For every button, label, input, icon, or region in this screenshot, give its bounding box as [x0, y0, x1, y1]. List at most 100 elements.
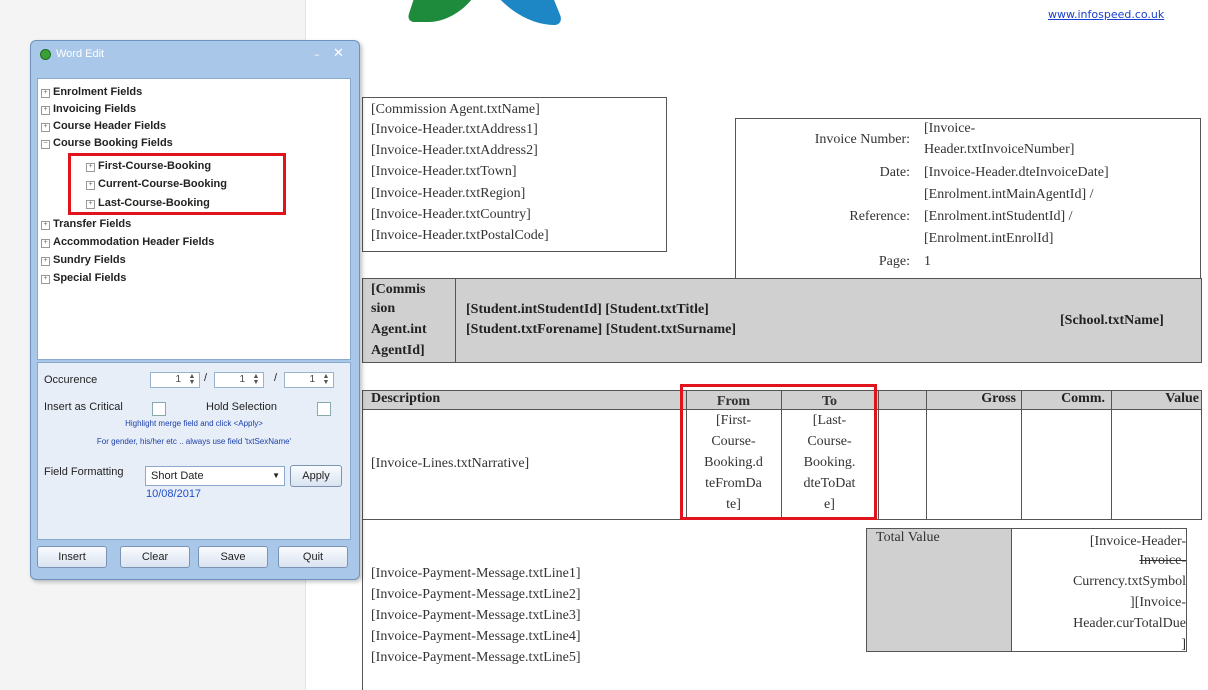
invoice-number-value-2: Header.txtInvoiceNumber]	[924, 142, 1075, 157]
payment-message-line: [Invoice-Payment-Message.txtLine1]	[371, 566, 581, 581]
occurence-spinner-1[interactable]: 1 ▲ ▼	[150, 372, 200, 388]
payment-message-line: [Invoice-Payment-Message.txtLine4]	[371, 629, 581, 644]
occurence-spinner-2[interactable]: 1 ▲ ▼	[214, 372, 264, 388]
reference-value-1: [Enrolment.intMainAgentId] /	[924, 187, 1094, 202]
header-value: Value	[1165, 391, 1199, 406]
logo-green-shape	[406, 0, 492, 22]
tree-node-course-header[interactable]: + Course Header Fields	[41, 120, 166, 132]
agent-id-line: sion	[371, 301, 396, 316]
agent-id-line: AgentId]	[371, 343, 425, 358]
payment-message-line: [Invoice-Payment-Message.txtLine2]	[371, 587, 581, 602]
tree-node-label: Invoicing Fields	[53, 103, 137, 115]
occurence-spinner-3[interactable]: 1 ▲ ▼	[284, 372, 334, 388]
expand-icon[interactable]: +	[41, 239, 50, 248]
tree-node-label: Course Header Fields	[53, 120, 167, 132]
hold-selection-label: Hold Selection	[206, 401, 277, 413]
tree-node-sundry[interactable]: + Sundry Fields	[41, 254, 126, 266]
tree-node-special[interactable]: + Special Fields	[41, 272, 126, 284]
narrative-cell: [Invoice-Lines.txtNarrative]	[371, 456, 530, 471]
spinner-arrows-icon[interactable]: ▲ ▼	[250, 373, 262, 386]
tree-node-label: Sundry Fields	[53, 254, 126, 266]
insert-critical-label: Insert as Critical	[44, 401, 123, 413]
select-value: Short Date	[151, 470, 204, 482]
school-name: [School.txtName]	[1060, 313, 1164, 328]
expand-icon[interactable]: +	[41, 221, 50, 230]
address-line: [Invoice-Header.txtRegion]	[371, 186, 526, 201]
dropdown-arrow-icon[interactable]: ▼	[272, 467, 280, 485]
header-comm: Comm.	[1061, 391, 1105, 406]
agent-id-line: [Commis	[371, 282, 426, 297]
spinner-arrows-icon[interactable]: ▲ ▼	[186, 373, 198, 386]
clear-button[interactable]: Clear	[120, 546, 190, 568]
invoice-number-value-1: [Invoice-	[924, 121, 976, 136]
page-value: 1	[924, 254, 931, 269]
highlight-course-bookings	[68, 153, 286, 215]
address-line: [Invoice-Header.txtAddress1]	[371, 122, 538, 137]
spinner-value: 1	[309, 374, 315, 385]
field-formatting-select[interactable]: Short Date ▼	[145, 466, 285, 486]
reference-value-3: [Enrolment.intEnrolId]	[924, 231, 1054, 246]
payment-message-line: [Invoice-Payment-Message.txtLine3]	[371, 608, 581, 623]
insert-button[interactable]: Insert	[37, 546, 107, 568]
date-label: Date:	[879, 165, 910, 180]
address-line: [Commission Agent.txtName]	[371, 102, 540, 117]
quit-button[interactable]: Quit	[278, 546, 348, 568]
address-line: [Invoice-Header.txtPostalCode]	[371, 228, 549, 243]
spinner-arrows-icon[interactable]: ▲ ▼	[320, 373, 332, 386]
tree-node-course-booking[interactable]: − Course Booking Fields	[41, 137, 173, 149]
student-line-1: [Student.intStudentId] [Student.txtTitle…	[466, 302, 709, 317]
options-panel	[37, 362, 351, 540]
field-formatting-label: Field Formatting	[44, 466, 124, 478]
hint-apply: Highlight merge field and click <Apply>	[125, 419, 263, 428]
tree-node-label: Accommodation Header Fields	[53, 236, 215, 248]
highlight-from-to-columns	[680, 384, 877, 520]
insert-critical-checkbox[interactable]	[152, 402, 166, 416]
expand-icon[interactable]: +	[41, 106, 50, 115]
expand-icon[interactable]: +	[41, 123, 50, 132]
invoice-number-label: Invoice Number:	[814, 132, 910, 147]
tree-node-transfer[interactable]: + Transfer Fields	[41, 218, 131, 230]
address-line: [Invoice-Header.txtCountry]	[371, 207, 531, 222]
dialog-title: Word Edit	[56, 48, 105, 60]
logo-blue-shape	[471, 0, 565, 25]
total-value-label: Total Value	[876, 530, 940, 545]
reference-value-2: [Enrolment.intStudentId] /	[924, 209, 1073, 224]
expand-icon[interactable]: +	[41, 275, 50, 284]
reference-label: Reference:	[849, 209, 910, 224]
slash-separator: /	[204, 372, 208, 384]
hold-selection-checkbox[interactable]	[317, 402, 331, 416]
tree-node-label: Course Booking Fields	[53, 137, 173, 149]
col-divider	[1021, 390, 1022, 520]
tree-node-label: Special Fields	[53, 272, 127, 284]
expand-icon[interactable]: +	[41, 257, 50, 266]
minimize-icon[interactable]: –	[314, 48, 320, 61]
close-icon[interactable]: ✕	[333, 46, 344, 61]
hint-gender: For gender, his/her etc .. always use fi…	[96, 437, 292, 446]
expand-icon[interactable]: +	[41, 89, 50, 98]
tree-node-invoicing[interactable]: + Invoicing Fields	[41, 103, 136, 115]
app-icon	[40, 49, 51, 60]
total-value-line: Currency.txtSymbol	[1072, 574, 1186, 589]
col-divider	[926, 390, 927, 520]
tree-node-label: Transfer Fields	[53, 218, 132, 230]
preview-date: 10/08/2017	[146, 488, 202, 500]
address-line: [Invoice-Header.txtTown]	[371, 164, 517, 179]
spinner-value: 1	[175, 374, 181, 385]
tree-node-enrolment[interactable]: + Enrolment Fields	[41, 86, 142, 98]
spinner-value: 1	[239, 374, 245, 385]
total-value-line: Header.curTotalDue	[1073, 616, 1186, 631]
website-link[interactable]: www.infospeed.co.uk	[1048, 8, 1164, 21]
save-button[interactable]: Save	[198, 546, 268, 568]
header-description: Description	[371, 391, 441, 406]
total-value-line: [Invoice-Header-	[1089, 534, 1186, 549]
payment-message-line: [Invoice-Payment-Message.txtLine5]	[371, 650, 581, 665]
date-value: [Invoice-Header.dteInvoiceDate]	[924, 165, 1109, 180]
col-divider	[1111, 390, 1112, 520]
tree-node-accommodation[interactable]: + Accommodation Header Fields	[41, 236, 214, 248]
student-line-2: [Student.txtForename] [Student.txtSurnam…	[466, 322, 736, 337]
collapse-icon[interactable]: −	[41, 140, 50, 149]
occurence-label: Occurence	[44, 374, 98, 386]
apply-button[interactable]: Apply	[290, 465, 342, 487]
student-row-divider	[455, 278, 456, 363]
address-line: [Invoice-Header.txtAddress2]	[371, 143, 538, 158]
